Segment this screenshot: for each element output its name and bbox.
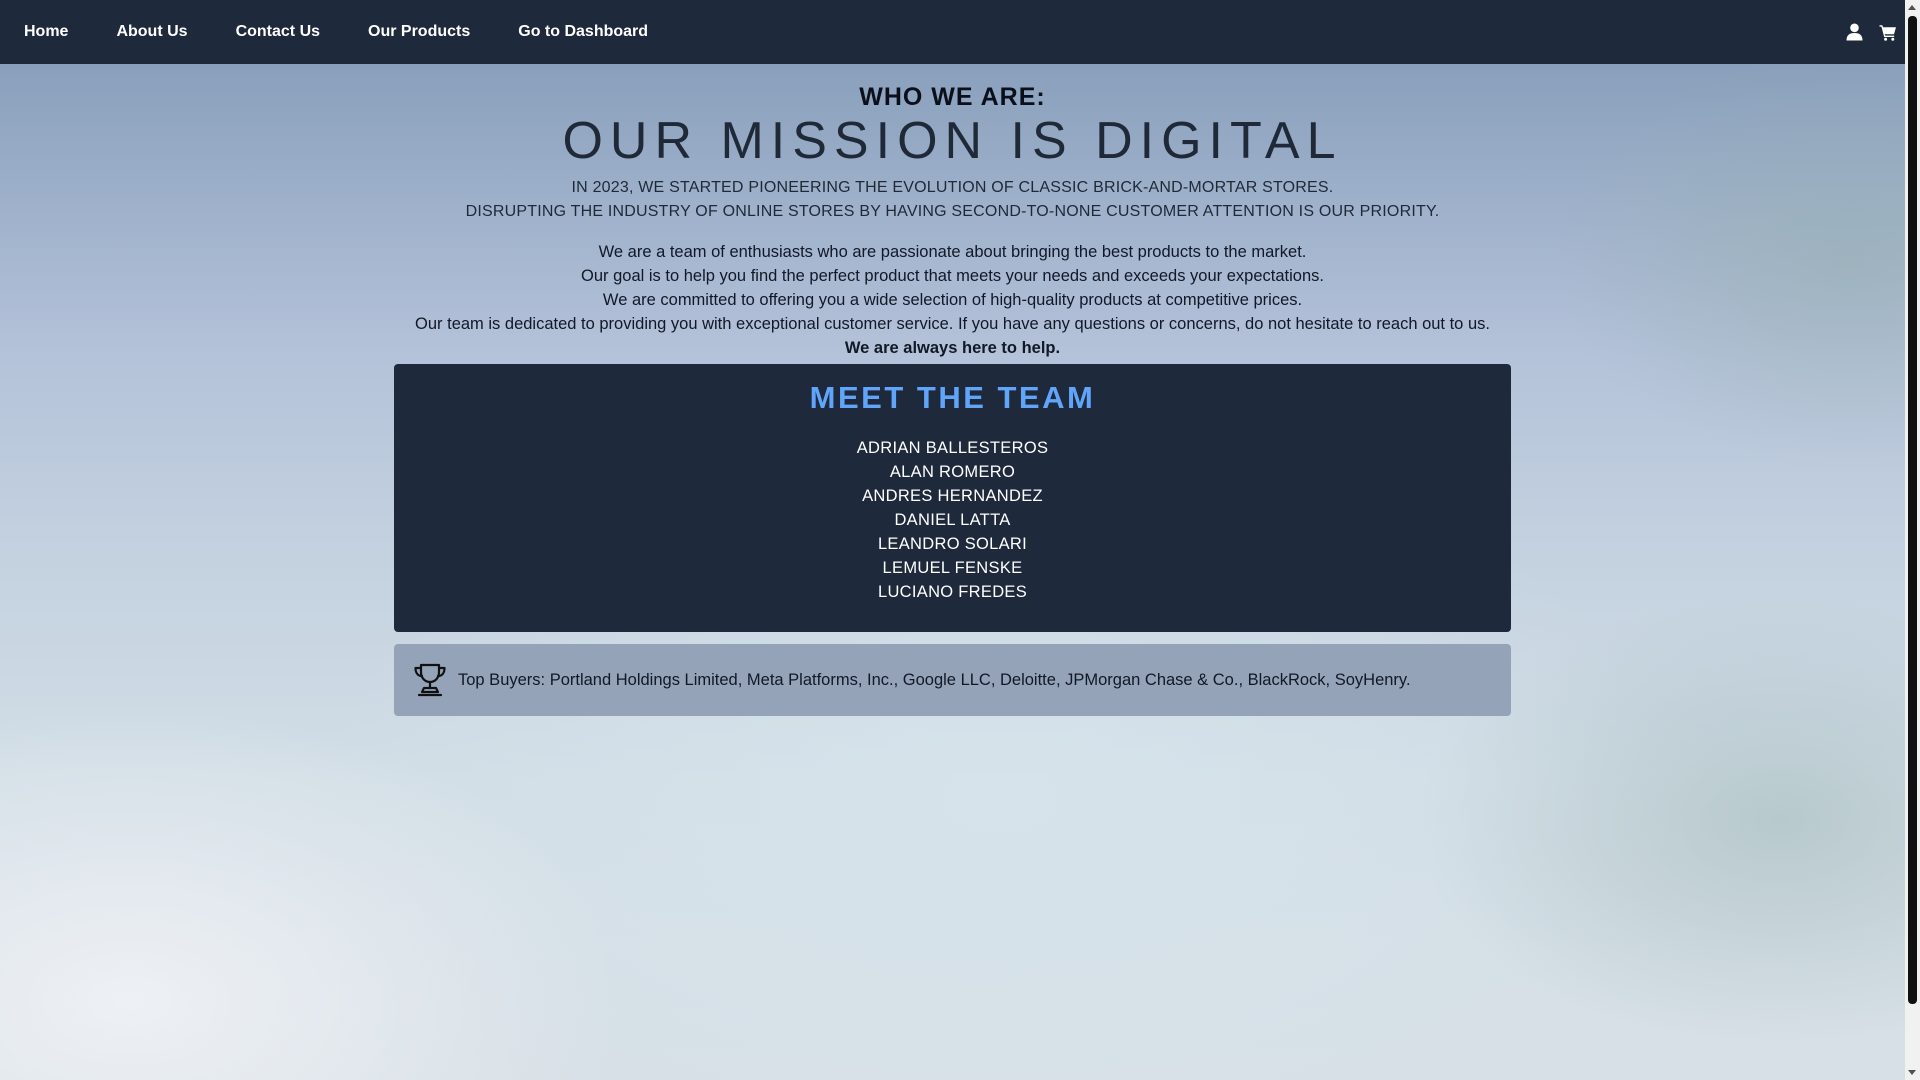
team-title: MEET THE TEAM bbox=[809, 380, 1096, 415]
team-member: LUCIANO FREDES bbox=[877, 583, 1028, 601]
intro-text: We are a team of enthusiasts who are pas… bbox=[0, 240, 1905, 360]
nav-links: Home About Us Contact Us Our Products Go… bbox=[0, 0, 696, 64]
nav-link-home[interactable]: Home bbox=[24, 0, 68, 64]
intro-line: Our goal is to help you find the perfect… bbox=[581, 267, 1324, 285]
who-we-are-heading: WHO WE ARE: bbox=[859, 83, 1046, 111]
team-member: ALAN ROMERO bbox=[889, 463, 1016, 481]
meet-the-team-card: MEET THE TEAM ADRIAN BALLESTEROS ALAN RO… bbox=[394, 364, 1511, 632]
team-list: ADRIAN BALLESTEROS ALAN ROMERO ANDRES HE… bbox=[394, 436, 1511, 604]
nav-link-contact-us[interactable]: Contact Us bbox=[236, 0, 320, 64]
nav-link-go-to-dashboard[interactable]: Go to Dashboard bbox=[518, 0, 648, 64]
user-icon[interactable] bbox=[1845, 23, 1864, 42]
team-member: LEANDRO SOLARI bbox=[877, 535, 1028, 553]
team-member: ADRIAN BALLESTEROS bbox=[856, 439, 1049, 457]
team-member: LEMUEL FENSKE bbox=[882, 559, 1023, 577]
cart-icon[interactable] bbox=[1878, 23, 1897, 42]
story-line: DISRUPTING THE INDUSTRY OF ONLINE STORES… bbox=[465, 203, 1440, 220]
about-main: WHO WE ARE: OUR MISSION IS DIGITAL IN 20… bbox=[0, 64, 1905, 716]
scroll-thumb[interactable] bbox=[1908, 16, 1917, 1004]
scroll-up-arrow[interactable] bbox=[1908, 5, 1916, 10]
team-member: ANDRES HERNANDEZ bbox=[862, 487, 1043, 505]
mission-title: OUR MISSION IS DIGITAL bbox=[562, 112, 1343, 170]
team-member: DANIEL LATTA bbox=[894, 511, 1011, 529]
nav-icons bbox=[1845, 0, 1897, 64]
intro-line: We are committed to offering you a wide … bbox=[602, 291, 1303, 309]
top-buyers-banner: Top Buyers: Portland Holdings Limited, M… bbox=[394, 644, 1511, 716]
trophy-icon bbox=[412, 662, 448, 698]
top-navbar: Home About Us Contact Us Our Products Go… bbox=[0, 0, 1905, 64]
intro-closing: We are always here to help. bbox=[844, 339, 1061, 357]
story-line: IN 2023, WE STARTED PIONEERING THE EVOLU… bbox=[571, 179, 1334, 196]
scroll-down-arrow[interactable] bbox=[1908, 1070, 1916, 1075]
top-buyers-text: Top Buyers: Portland Holdings Limited, M… bbox=[458, 670, 1411, 689]
nav-link-our-products[interactable]: Our Products bbox=[368, 0, 470, 64]
nav-link-about-us[interactable]: About Us bbox=[116, 0, 187, 64]
intro-line: Our team is dedicated to providing you w… bbox=[415, 315, 1490, 333]
story-text: IN 2023, WE STARTED PIONEERING THE EVOLU… bbox=[0, 176, 1905, 224]
vertical-scrollbar[interactable] bbox=[1905, 0, 1920, 1080]
intro-line: We are a team of enthusiasts who are pas… bbox=[598, 243, 1307, 261]
